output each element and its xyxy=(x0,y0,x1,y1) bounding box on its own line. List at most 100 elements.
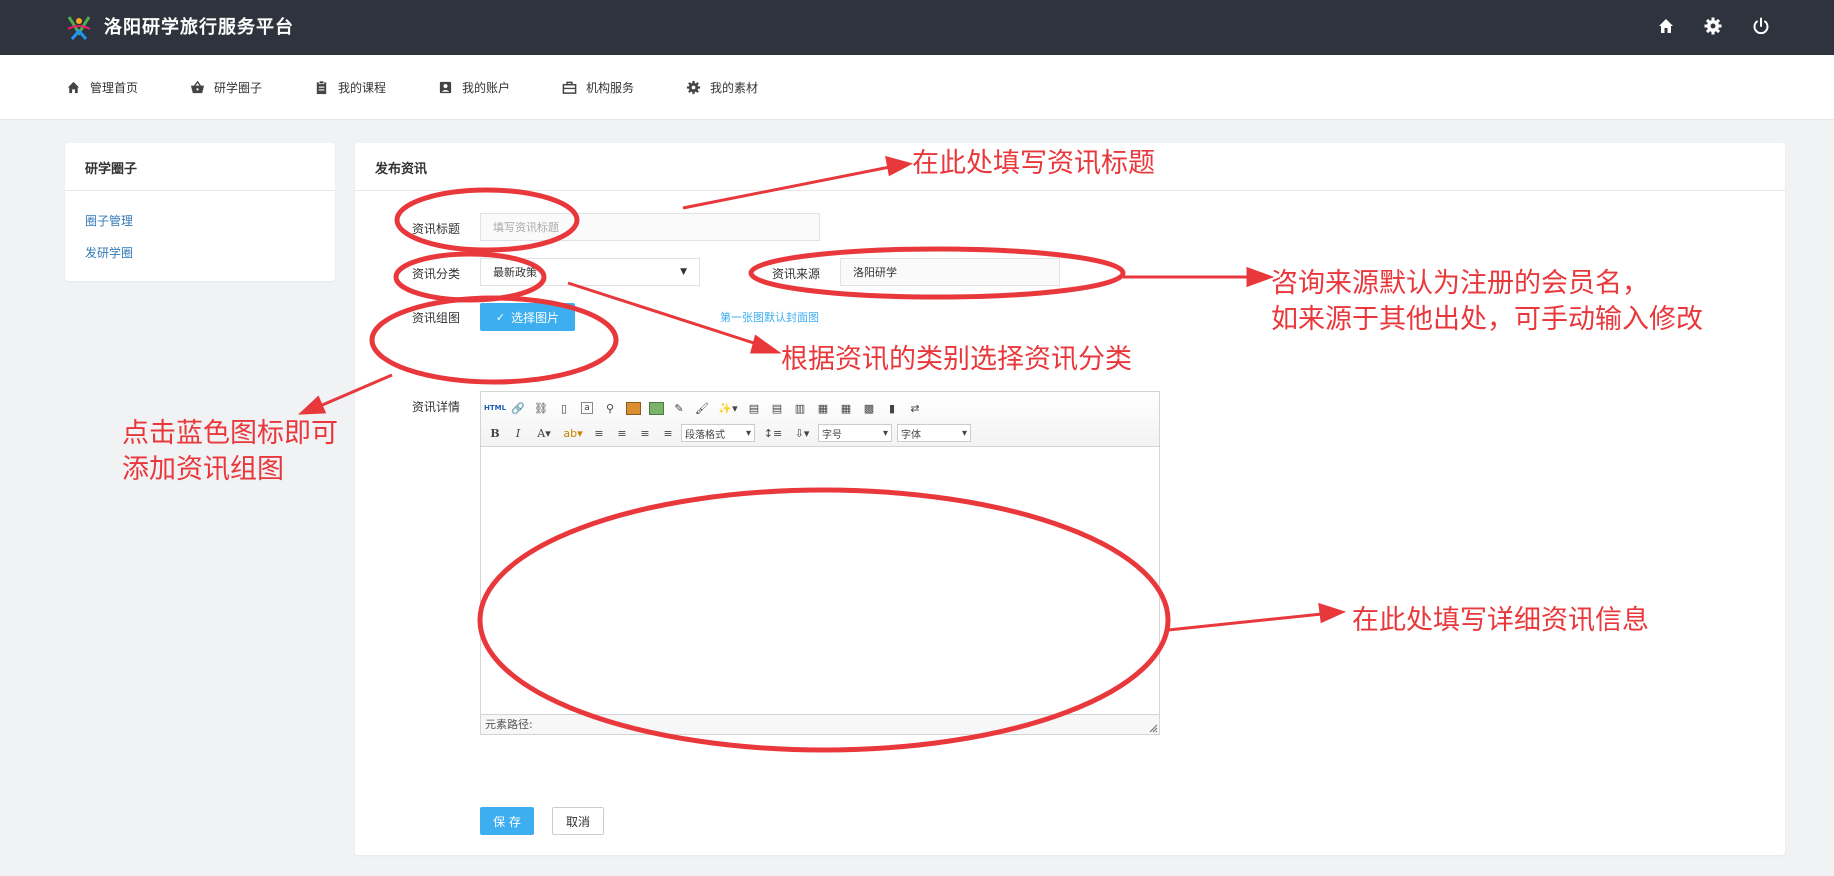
format-brush-icon[interactable]: 🖌 xyxy=(692,398,712,418)
font-family-label: 字体 xyxy=(901,429,921,441)
top-header: 洛阳研学旅行服务平台 xyxy=(0,0,1834,55)
eraser-icon[interactable]: ✎ xyxy=(669,398,689,418)
rich-text-editor: HTML 🔗 ⛓ ▯ a ⚲ ✎ 🖌 ✨▾ ▤ ▤ ▥ ▦ ▦ ▩ ▮ ⇄ B … xyxy=(480,391,1160,735)
divider xyxy=(355,190,1785,191)
category-select[interactable]: 最新政策 ▼ xyxy=(480,258,700,286)
annotation-image-note-line2: 添加资讯组图 xyxy=(122,454,284,485)
publish-news-panel: 发布资讯 资讯标题 资讯分类 最新政策 ▼ 资讯来源 资讯组图 ✓ 选择图片 第… xyxy=(355,143,1785,855)
save-button[interactable]: 保 存 xyxy=(480,807,534,835)
paragraph-spacing-icon[interactable]: ⇩▾ xyxy=(789,423,815,443)
nav-item-label: 我的账户 xyxy=(462,80,511,95)
nav-item-label: 我的课程 xyxy=(338,80,387,95)
choose-image-label: 选择图片 xyxy=(511,310,560,325)
caret-down-icon: ▼ xyxy=(680,267,687,277)
editor-status-bar: 元素路径: xyxy=(481,714,1159,734)
gear-icon[interactable] xyxy=(1703,16,1723,36)
nav-item-home[interactable]: 管理首页 xyxy=(66,77,138,97)
annotation-category-note: 根据资讯的类别选择资讯分类 xyxy=(781,344,1132,375)
bold-icon[interactable]: B xyxy=(485,423,505,443)
category-label: 资讯分类 xyxy=(412,267,461,281)
toolbar-row-1: HTML 🔗 ⛓ ▯ a ⚲ ✎ 🖌 ✨▾ ▤ ▤ ▥ ▦ ▦ ▩ ▮ ⇄ xyxy=(483,397,928,419)
nav-item-label: 机构服务 xyxy=(586,80,635,95)
font-size-select[interactable]: 字号 ▾ xyxy=(818,424,892,442)
highlight-icon[interactable]: ab▾ xyxy=(560,423,586,443)
gear-icon xyxy=(686,80,701,94)
image-icon[interactable] xyxy=(623,398,643,418)
nav-item-label: 我的素材 xyxy=(710,80,759,95)
nav-item-materials[interactable]: 我的素材 xyxy=(686,77,758,97)
annotation-title-note: 在此处填写资讯标题 xyxy=(912,148,1155,179)
divider xyxy=(65,190,335,191)
title-label: 资讯标题 xyxy=(412,222,461,236)
nav-item-label: 管理首页 xyxy=(90,80,139,95)
images-label: 资讯组图 xyxy=(412,311,461,325)
editor-toolbar: HTML 🔗 ⛓ ▯ a ⚲ ✎ 🖌 ✨▾ ▤ ▤ ▥ ▦ ▦ ▩ ▮ ⇄ B … xyxy=(481,392,1159,447)
magic-wand-icon[interactable]: ✨▾ xyxy=(715,398,741,418)
main-nav: 管理首页 研学圈子 我的课程 我的账户 机构服务 我的素材 xyxy=(0,55,1834,120)
category-select-value: 最新政策 xyxy=(493,266,537,279)
page-break-icon[interactable]: ⇄ xyxy=(905,398,925,418)
align-justify-icon[interactable]: ≡ xyxy=(635,423,655,443)
italic-icon[interactable]: I xyxy=(508,423,528,443)
paragraph-format-label: 段落格式 xyxy=(685,429,725,441)
annotation-image-note-line1: 点击蓝色图标即可 xyxy=(122,418,338,449)
annotation-source-note-line2: 如来源于其他出处，可手动输入修改 xyxy=(1271,304,1703,335)
news-source-input[interactable] xyxy=(840,258,1060,286)
font-size-label: 字号 xyxy=(822,429,842,441)
site-title: 洛阳研学旅行服务平台 xyxy=(104,17,294,38)
nav-item-label: 研学圈子 xyxy=(214,80,263,95)
annotation-detail-note: 在此处填写详细资讯信息 xyxy=(1352,605,1649,636)
power-icon[interactable] xyxy=(1751,16,1771,36)
font-color-icon[interactable]: A▾ xyxy=(531,423,557,443)
resize-handle-icon[interactable] xyxy=(1148,723,1158,733)
cover-hint: 第一张图默认封面图 xyxy=(720,311,819,324)
align-left-icon[interactable]: ≡ xyxy=(589,423,609,443)
sidebar-title: 研学圈子 xyxy=(85,162,138,177)
home-icon xyxy=(67,81,80,93)
nav-item-account[interactable]: 我的账户 xyxy=(438,77,510,97)
link-icon[interactable]: 🔗 xyxy=(508,398,528,418)
check-icon: ✓ xyxy=(495,310,506,324)
new-doc-icon[interactable]: ▯ xyxy=(554,398,574,418)
table-icon[interactable]: ▦ xyxy=(836,398,856,418)
nav-item-courses[interactable]: 我的课程 xyxy=(314,77,386,97)
account-icon xyxy=(439,81,452,93)
nav-item-services[interactable]: 机构服务 xyxy=(562,77,634,97)
video-icon[interactable]: ▮ xyxy=(882,398,902,418)
home-icon[interactable] xyxy=(1656,16,1676,36)
paragraph-format-select[interactable]: 段落格式 ▾ xyxy=(681,424,755,442)
align-right-icon[interactable]: ≡ xyxy=(658,423,678,443)
find-icon[interactable]: ⚲ xyxy=(600,398,620,418)
annotation-source-note-line1: 咨询来源默认为注册的会员名， xyxy=(1271,268,1649,299)
align-right-image-icon[interactable]: ▤ xyxy=(767,398,787,418)
cancel-button[interactable]: 取消 xyxy=(552,807,604,835)
detail-label: 资讯详情 xyxy=(412,400,461,414)
html-source-button[interactable]: HTML xyxy=(483,398,507,418)
anchor-icon[interactable]: a xyxy=(577,398,597,418)
align-left-image-icon[interactable]: ▤ xyxy=(744,398,764,418)
clipboard-icon xyxy=(316,80,327,94)
site-logo xyxy=(67,16,91,40)
wrap-image-icon[interactable]: ▦ xyxy=(813,398,833,418)
sidebar-link-circle-manage[interactable]: 圈子管理 xyxy=(85,212,133,229)
center-image-icon[interactable]: ▥ xyxy=(790,398,810,418)
sidebar-link-post-circle[interactable]: 发研学圈 xyxy=(85,244,133,261)
element-path-label: 元素路径: xyxy=(485,718,533,731)
caret-down-icon: ▾ xyxy=(882,427,888,439)
source-label: 资讯来源 xyxy=(772,267,821,281)
line-height-icon[interactable]: ↕≡ xyxy=(760,423,786,443)
picture-icon[interactable] xyxy=(646,398,666,418)
align-center-icon[interactable]: ≡ xyxy=(612,423,632,443)
html-source-label: HTML xyxy=(483,404,507,412)
caret-down-icon: ▾ xyxy=(745,427,751,439)
caret-down-icon: ▾ xyxy=(961,427,967,439)
nav-item-circle[interactable]: 研学圈子 xyxy=(190,77,262,97)
editor-content-area[interactable] xyxy=(481,447,1159,713)
panel-title: 发布资讯 xyxy=(375,162,428,177)
news-title-input[interactable] xyxy=(480,213,820,241)
basket-icon xyxy=(190,80,205,93)
font-family-select[interactable]: 字体 ▾ xyxy=(897,424,971,442)
choose-image-button[interactable]: ✓ 选择图片 xyxy=(480,303,575,331)
unlink-icon[interactable]: ⛓ xyxy=(531,398,551,418)
delete-table-icon[interactable]: ▩ xyxy=(859,398,879,418)
